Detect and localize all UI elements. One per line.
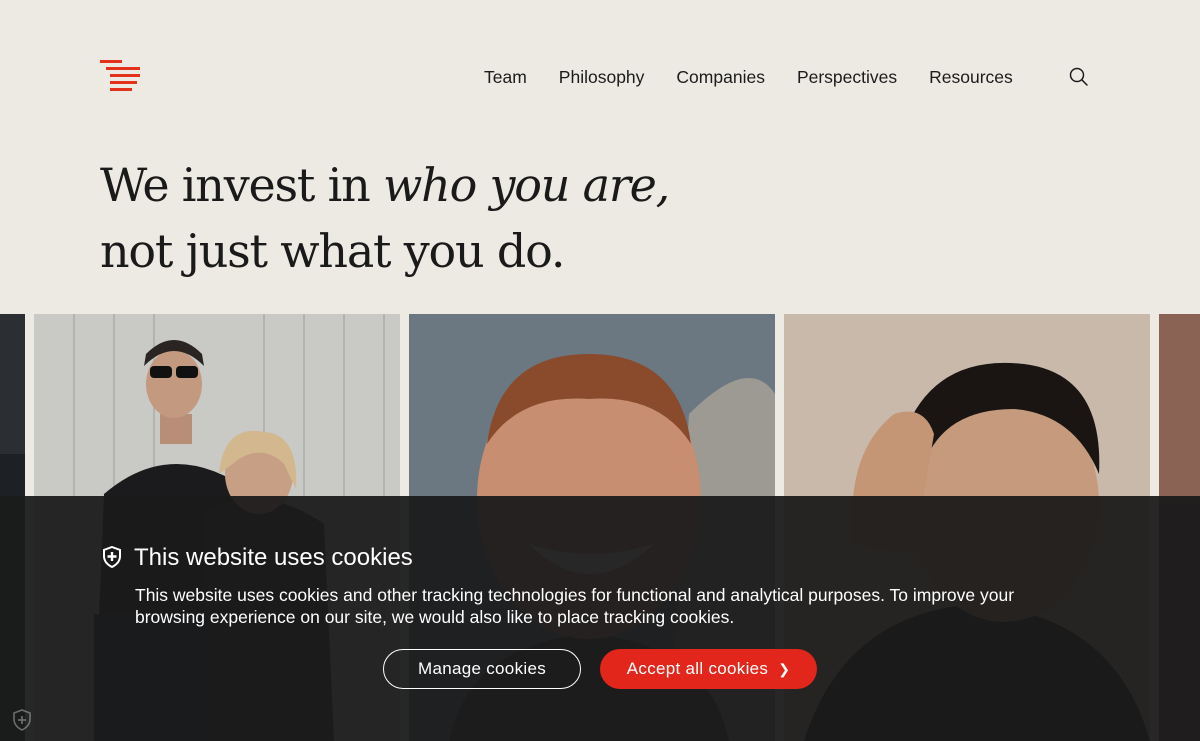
main-nav: Team Philosophy Companies Perspectives R…: [484, 66, 1045, 88]
headline-line2: not just what you do.: [100, 224, 565, 278]
logo[interactable]: [100, 60, 142, 94]
accept-all-cookies-button[interactable]: Accept all cookies ❯: [600, 649, 817, 689]
nav-team[interactable]: Team: [484, 66, 527, 88]
accept-cookies-label: Accept all cookies: [626, 659, 769, 678]
chevron-right-icon: ❯: [778, 660, 791, 677]
nav-resources[interactable]: Resources: [929, 66, 1013, 88]
shield-icon[interactable]: [12, 709, 32, 731]
manage-cookies-label: Manage cookies: [418, 659, 546, 678]
nav-companies[interactable]: Companies: [676, 66, 765, 88]
cookie-description: This website uses cookies and other trac…: [135, 585, 1015, 627]
search-button[interactable]: [1068, 66, 1090, 88]
shield-icon: [103, 546, 121, 568]
manage-cookies-button[interactable]: Manage cookies: [383, 649, 581, 689]
hero-headline: We invest in who you are, not just what …: [100, 152, 670, 284]
nav-perspectives[interactable]: Perspectives: [797, 66, 897, 88]
headline-emphasis: who you are,: [383, 158, 670, 212]
headline-line1-start: We invest in: [100, 158, 383, 212]
nav-philosophy[interactable]: Philosophy: [559, 66, 645, 88]
search-icon: [1069, 67, 1088, 86]
cookie-title: This website uses cookies: [134, 544, 413, 571]
